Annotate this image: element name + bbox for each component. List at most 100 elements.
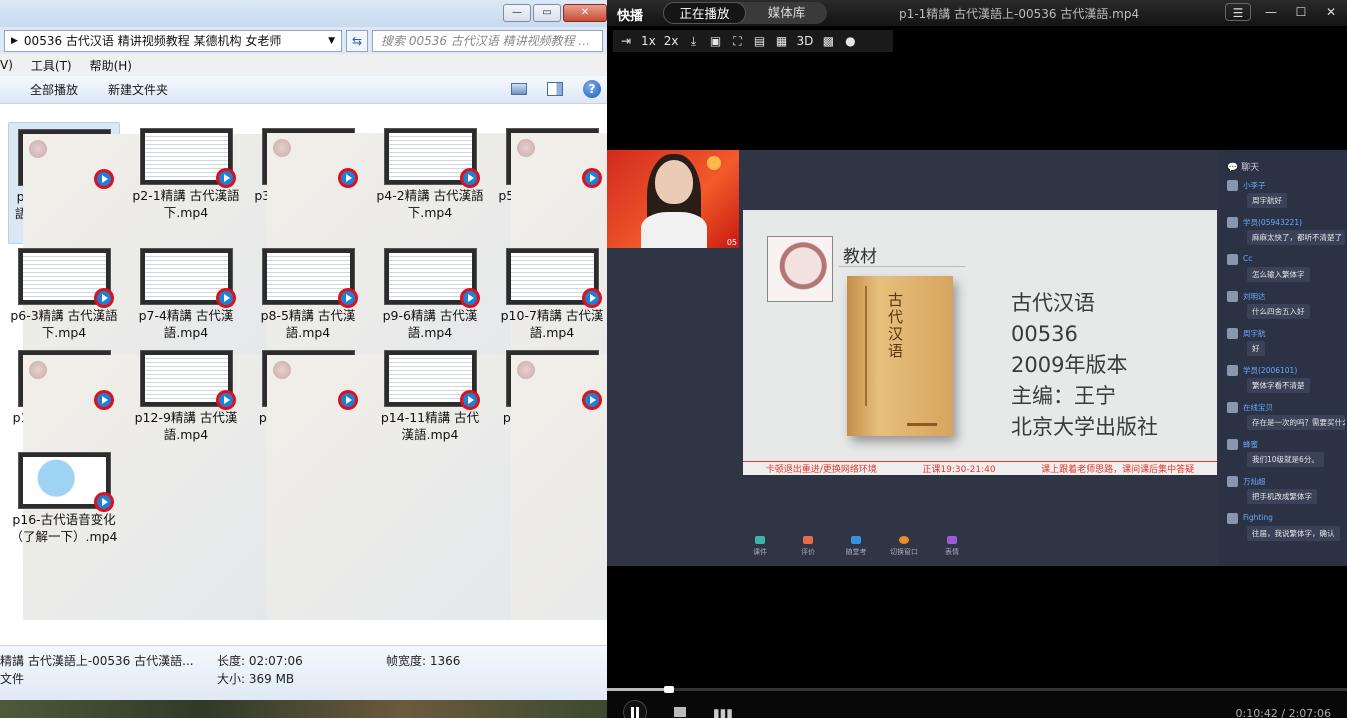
menu-tools[interactable]: 工具(T) [31, 57, 72, 74]
chat-username: 学员(05943221) [1243, 218, 1303, 227]
quiz-icon [851, 536, 861, 544]
pin-icon[interactable]: ⇥ [619, 34, 633, 48]
comment-icon[interactable]: ● [843, 34, 857, 48]
tab-media-library[interactable]: 媒体库 [746, 2, 827, 24]
chat-text: 周宇航好 [1247, 193, 1287, 208]
seek-bar[interactable] [607, 686, 1347, 693]
file-item[interactable]: p7-4精講 古代漢語.mp4 [130, 242, 242, 345]
video-thumbnail [505, 248, 602, 308]
avatar [1227, 365, 1238, 376]
media-play-icon [459, 168, 480, 188]
file-item[interactable]: p15-12精講 古代漢語.mp4 [496, 344, 607, 620]
menu-bar: V) 工具(T) 帮助(H) [0, 54, 607, 76]
3d-button[interactable]: 3D [797, 34, 814, 48]
avatar [1227, 513, 1238, 524]
media-play-icon [581, 390, 602, 410]
screenshot-icon[interactable]: ▣ [709, 34, 723, 48]
switch-window-icon [899, 536, 909, 544]
file-item[interactable]: p11-8精講 古代漢語.mp4 [8, 344, 497, 620]
chat-text: 麻麻太快了，都听不清楚了 [1247, 230, 1345, 245]
file-item[interactable]: p5-3精講 古代漢語上.mp4 [496, 122, 607, 398]
chat-text: 存在是一次的吗？需要买什么教材吗？ [1247, 415, 1345, 430]
file-item[interactable]: p14-11精講 古代漢語.mp4 [374, 344, 486, 447]
seek-progress [607, 688, 670, 691]
tab-now-playing[interactable]: 正在播放 [663, 2, 746, 24]
search-input[interactable]: 搜索 00536 古代汉语 精讲视频教程 ... [372, 29, 603, 52]
menu-help[interactable]: 帮助(H) [90, 57, 132, 74]
breadcrumb-arrow-icon[interactable]: ▶ [11, 36, 18, 46]
address-dropdown-icon[interactable]: ▼ [328, 36, 335, 46]
volume-icon[interactable]: ▮▮▮ [713, 706, 733, 718]
details-pane: 精講 古代漢語上-00536 古代漢語... 文件 长度: 02:07:06 大… [0, 645, 607, 700]
maximize-button[interactable]: ☐ [1291, 3, 1311, 21]
video-thumbnail [139, 128, 236, 188]
flower-illustration [516, 361, 535, 379]
video-area[interactable]: 05 教材 古代汉语 古代汉语 00536 2009年版本 主编：王宁 北京大学… [607, 150, 1347, 566]
emoji-tool[interactable]: 表情 [935, 536, 969, 557]
file-item[interactable]: p10-7精講 古代漢語.mp4 [496, 242, 607, 345]
slide-banner: 卡顿退出重进/更换网络环境 正课19:30-21:40 课上跟着老师思路，课间课… [743, 461, 1217, 475]
maximize-button[interactable]: ▭ [533, 4, 561, 22]
file-item[interactable]: p8-5精講 古代漢語.mp4 [252, 242, 364, 345]
close-button[interactable]: ✕ [1321, 3, 1341, 21]
courseware-tool[interactable]: 课件 [743, 536, 777, 557]
help-icon[interactable]: ? [583, 80, 601, 98]
change-view-icon[interactable] [511, 83, 527, 95]
settings-icon[interactable]: ▦ [775, 34, 789, 48]
flower-illustration [28, 140, 47, 158]
address-bar[interactable]: ▶ 00536 古代汉语 精讲视频教程 某德机构 女老师 ▼ [4, 29, 342, 52]
video-thumbnail [17, 350, 497, 620]
close-button[interactable]: ✕ [563, 4, 607, 22]
file-name: p8-5精講 古代漢語.mp4 [260, 308, 356, 340]
minimize-button[interactable]: — [503, 4, 531, 22]
seek-handle[interactable] [664, 686, 675, 693]
stop-button[interactable] [674, 707, 686, 717]
file-item[interactable]: p9-6精講 古代漢語.mp4 [374, 242, 486, 345]
file-item[interactable]: p3-2精講 古代漢語上.mp4 [252, 122, 607, 398]
play-all-button[interactable]: 全部播放 [30, 81, 78, 98]
rating-tool[interactable]: 评价 [791, 536, 825, 557]
textbook-cover: 古代汉语 [847, 276, 953, 436]
chat-username: 万灿超 [1243, 477, 1266, 486]
camera-number: 05 [726, 238, 737, 247]
file-item[interactable]: p12-9精講 古代漢語.mp4 [130, 344, 242, 447]
file-item[interactable]: p6-3精講 古代漢語下.mp4 [8, 242, 120, 345]
file-item[interactable]: p1-1精講 古代漢語上-00536 古代漢語.mp4 [8, 122, 497, 399]
file-item[interactable]: p4-2精講 古代漢語下.mp4 [374, 122, 486, 225]
minimize-button[interactable]: — [1261, 3, 1281, 21]
slide-info: 古代汉语 00536 2009年版本 主编：王宁 北京大学出版社 [1011, 288, 1158, 443]
avatar [1227, 439, 1238, 450]
subtitle-icon[interactable]: ▤ [753, 34, 767, 48]
file-item[interactable]: p16-古代语音变化（了解一下）.mp4 [8, 446, 120, 549]
media-play-icon [459, 390, 480, 410]
file-name: p2-1精講 古代漢語下.mp4 [132, 188, 240, 220]
media-play-icon [215, 288, 236, 308]
file-item[interactable]: p2-1精講 古代漢語下.mp4 [130, 122, 242, 225]
refresh-button[interactable]: ⇆ [346, 29, 368, 52]
video-thumbnail [383, 248, 480, 308]
speed-1x-button[interactable]: 1x [641, 34, 656, 48]
pause-button[interactable] [623, 700, 647, 718]
qr-code-icon[interactable]: ▩ [821, 34, 835, 48]
download-icon[interactable]: ⤓ [687, 34, 701, 49]
chat-text: 把手机改成繁体字 [1247, 489, 1317, 504]
chat-text: 繁体字看不清楚 [1247, 378, 1310, 393]
skin-menu-icon[interactable]: ☰ [1225, 3, 1251, 21]
thumbnail-frame [144, 133, 228, 180]
file-name: p12-9精講 古代漢語.mp4 [134, 410, 238, 442]
classroom-tools: 课件 评价 随堂考 切换窗口 表情 [743, 536, 969, 557]
flower-illustration [516, 139, 535, 157]
new-folder-button[interactable]: 新建文件夹 [108, 81, 168, 98]
preview-pane-icon[interactable] [547, 82, 563, 96]
quiz-tool[interactable]: 随堂考 [839, 536, 873, 557]
details-duration: 长度: 02:07:06 [217, 654, 303, 668]
menu-view[interactable]: V) [0, 58, 13, 72]
details-size: 大小: 369 MB [217, 672, 295, 686]
file-item[interactable]: p13-10精講 古代漢語.mp4 [252, 344, 607, 620]
thumbnail-frame [144, 253, 228, 300]
fullscreen-icon[interactable]: ⛶ [731, 34, 745, 49]
switch-window-tool[interactable]: 切换窗口 [887, 536, 921, 557]
speed-2x-button[interactable]: 2x [664, 34, 679, 48]
flower-illustration [767, 236, 833, 302]
thumbnail-frame [144, 355, 228, 402]
